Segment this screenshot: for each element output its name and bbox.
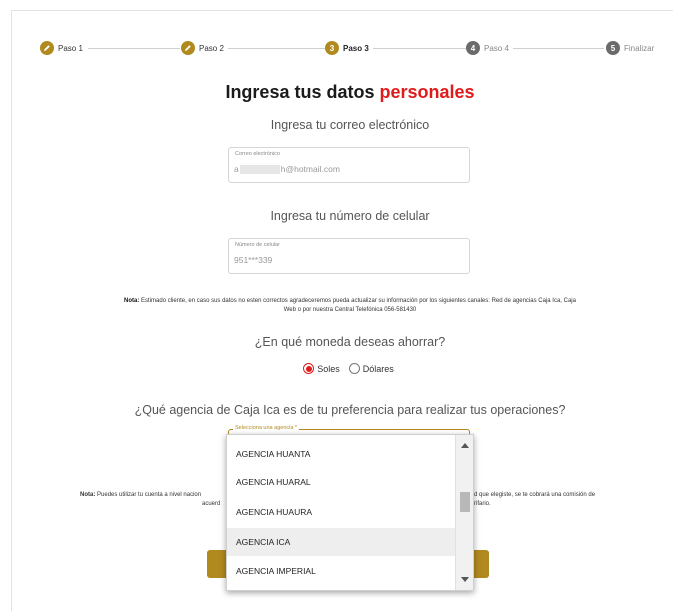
note-line-2: Web o por nuestra Central Telefónica 056… — [283, 306, 417, 313]
step-4[interactable]: 4 Paso 4 — [466, 39, 513, 57]
email-field-label: Correo electrónico — [235, 151, 280, 157]
pencil-icon — [40, 41, 54, 55]
phone-field-label: Número de celular — [235, 242, 280, 248]
email-field[interactable]: Correo electrónico a h@hotmail.com — [228, 147, 470, 183]
step-label: Paso 1 — [58, 43, 83, 53]
page-title: Ingresa tus datos personales — [0, 82, 673, 103]
note-bold: Nota: — [80, 492, 96, 498]
commission-note-left: Nota: Puedes utilizar tu cuenta a nivel … — [80, 491, 226, 508]
scroll-up-arrow-icon[interactable] — [461, 443, 469, 448]
step-label: Finalizar — [624, 43, 655, 53]
email-suffix: h@hotmail.com — [280, 164, 340, 174]
note-right-line-2: rifario. — [474, 500, 491, 507]
scroll-down-arrow-icon[interactable] — [461, 577, 469, 582]
agency-option[interactable]: AGENCIA HUANTA — [227, 440, 455, 468]
step-label: Paso 2 — [199, 43, 224, 53]
step-connector — [512, 48, 604, 49]
title-accent: personales — [379, 82, 475, 102]
radio-dolares[interactable] — [348, 363, 360, 374]
step-connector — [88, 48, 180, 49]
step-number: 5 — [606, 41, 620, 55]
currency-heading: ¿En qué moneda deseas ahorrar? — [254, 335, 446, 349]
phone-heading: Ingresa tu número de celular — [270, 209, 430, 223]
note-left-line-1: Puedes utilizar tu cuenta a nivel nacion — [97, 492, 202, 498]
radio-soles[interactable] — [303, 363, 315, 374]
scrollbar-thumb[interactable] — [460, 492, 470, 512]
agency-select-label: Selecciona una agencia * — [233, 425, 300, 431]
email-heading: Ingresa tu correo electrónico — [270, 118, 430, 132]
agency-option[interactable]: AGENCIA IMPERIAL — [227, 557, 455, 585]
agency-option[interactable]: AGENCIA HUARAL — [227, 468, 455, 496]
step-number: 4 — [466, 41, 480, 55]
currency-radio-group: Soles Dólares — [0, 363, 673, 374]
note-line-1: Estimado cliente, en caso sus datos no e… — [141, 298, 576, 304]
note-left-line-2: acuerd — [202, 500, 221, 507]
email-field-value: a h@hotmail.com — [234, 164, 340, 175]
step-label: Paso 4 — [484, 43, 509, 53]
dropdown-scrollbar[interactable] — [455, 435, 473, 590]
note-bold: Nota: — [124, 298, 140, 304]
step-1[interactable]: Paso 1 — [40, 39, 87, 57]
phone-field[interactable]: Número de celular 951***339 — [228, 238, 470, 274]
agency-heading: ¿Qué agencia de Caja Ica es de tu prefer… — [134, 403, 566, 417]
contact-note: Nota: Estimado cliente, en caso sus dato… — [55, 297, 645, 314]
radio-label-dolares[interactable]: Dólares — [363, 364, 394, 374]
phone-field-value: 951***339 — [234, 255, 273, 265]
radio-label-soles[interactable]: Soles — [317, 364, 340, 374]
step-connector — [372, 48, 470, 49]
redaction-mask — [239, 165, 280, 175]
commission-note-right: d que elegiste, se te cobrará una comisi… — [474, 491, 664, 508]
agency-option[interactable]: AGENCIA HUAURA — [227, 498, 455, 526]
pencil-icon — [181, 41, 195, 55]
step-2[interactable]: Paso 2 — [181, 39, 228, 57]
agency-option-hovered[interactable]: AGENCIA ICA — [227, 528, 455, 556]
step-3[interactable]: 3 Paso 3 — [325, 39, 373, 57]
title-main: Ingresa tus datos — [225, 82, 375, 102]
email-prefix: a — [234, 164, 239, 174]
step-number: 3 — [325, 41, 339, 55]
agency-dropdown-list: AGENCIA HUANTA AGENCIA HUARAL AGENCIA HU… — [226, 434, 474, 591]
step-label: Paso 3 — [343, 43, 369, 53]
note-right-line-1: d que elegiste, se te cobrará una comisi… — [474, 492, 596, 498]
step-5[interactable]: 5 Finalizar — [606, 39, 659, 57]
step-connector — [225, 48, 325, 49]
progress-stepper: Paso 1 Paso 2 3 Paso 3 4 Paso 4 5 Finali… — [40, 39, 665, 57]
